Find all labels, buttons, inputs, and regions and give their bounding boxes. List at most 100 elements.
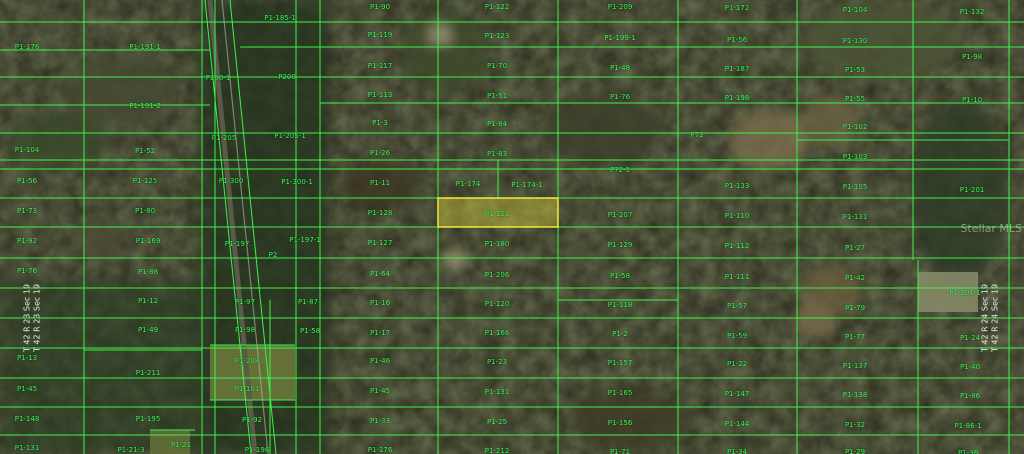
parcel-label-p052[interactable]: P1-73	[17, 207, 37, 215]
parcel-label-p031[interactable]: P1-84	[487, 120, 507, 128]
parcel-label-p005[interactable]: P1-122	[485, 3, 510, 11]
parcel-label-p048[interactable]: P1-174-1	[511, 181, 543, 189]
parcel-label-p057[interactable]: P1-110	[725, 212, 750, 220]
parcel-label-p116[interactable]: P1-156	[608, 419, 633, 427]
parcel-label-p068[interactable]: P2	[269, 251, 278, 259]
parcel-label-p098[interactable]: P1-157	[608, 359, 633, 367]
parcel-label-p016[interactable]: P200-1	[206, 74, 231, 82]
parcel-label-p077[interactable]: P1-12	[138, 297, 158, 305]
parcel-label-p008[interactable]: P1-104	[843, 6, 868, 14]
parcel-label-p106[interactable]: P1-131	[485, 388, 510, 396]
parcel-label-p002[interactable]: P1-191-1	[129, 43, 161, 51]
parcel-label-p125[interactable]: P1-212	[485, 447, 510, 454]
parcel-label-p056[interactable]: P1-207	[608, 211, 633, 219]
parcel-label-p088[interactable]: P1-17	[370, 329, 390, 337]
parcel-label-p043[interactable]: P1-125	[133, 177, 158, 185]
parcel-label-p058[interactable]: P1-131	[843, 213, 868, 221]
parcel-label-p006[interactable]: P1-209	[608, 3, 633, 11]
parcel-label-p073[interactable]: P1-58	[610, 272, 630, 280]
parcel-label-p038[interactable]: P1-26	[370, 149, 390, 157]
parcel-map[interactable]: P1-176 P1-191-1 P1-185-1 P1-90 P1-122 P1-209 P…	[0, 0, 1024, 454]
parcel-label-p027[interactable]: P1-198	[725, 94, 750, 102]
parcel-label-p086[interactable]: P1-98	[235, 326, 255, 334]
parcel-label-p110[interactable]: P1-86	[960, 392, 980, 400]
parcel-label-p034[interactable]: P1-205-1	[274, 132, 306, 140]
parcel-label-p024[interactable]: P1-113	[368, 91, 393, 99]
parcel-label-p129[interactable]: P1-36	[958, 449, 978, 454]
parcel-label-p087[interactable]: P1-58	[300, 327, 320, 335]
parcel-label-p100[interactable]: P1-137	[843, 362, 868, 370]
parcel-label-p118[interactable]: P1-32	[845, 421, 865, 429]
parcel-label-p067[interactable]: P1-27	[845, 244, 865, 252]
parcel-label-p003[interactable]: P1-185-1	[264, 14, 296, 22]
parcel-label-p009[interactable]: P1-132	[960, 8, 985, 16]
parcel-label-p007[interactable]: P1-172	[725, 4, 750, 12]
parcel-label-p103[interactable]: P1-101	[235, 385, 260, 393]
parcel-label-p070[interactable]: P1-88	[138, 268, 158, 276]
parcel-label-p126[interactable]: P1-71	[610, 448, 630, 454]
parcel-label-p081[interactable]: P1-120	[485, 300, 510, 308]
parcel-label-p045[interactable]: P1-300-1	[281, 178, 313, 186]
parcel-label-p119[interactable]: P1-86-1	[954, 422, 981, 430]
parcel-label-p075[interactable]: P1-42	[845, 274, 865, 282]
parcel-label-p054[interactable]: P1-128	[368, 209, 393, 217]
parcel-label-p085[interactable]: P1-49	[138, 326, 158, 334]
parcel-label-p039[interactable]: P1-83	[487, 150, 507, 158]
parcel-label-p001[interactable]: P1-176	[15, 43, 40, 51]
parcel-label-p033[interactable]: P1-205	[212, 134, 237, 142]
parcel-label-p095[interactable]: P1-208	[235, 357, 260, 365]
parcel-label-p066[interactable]: P1-112	[725, 242, 750, 250]
parcel-label-p029[interactable]: P1-10	[962, 96, 982, 104]
parcel-label-p049[interactable]: P1-133	[725, 182, 750, 190]
parcel-label-p107[interactable]: P1-165	[608, 389, 633, 397]
parcel-label-p051[interactable]: P1-201	[960, 186, 985, 194]
parcel-label-p117[interactable]: P1-144	[725, 420, 750, 428]
parcel-label-p032[interactable]: P1-102	[843, 123, 868, 131]
parcel-label-p128[interactable]: P1-29	[845, 448, 865, 454]
parcel-label-p092[interactable]: P1-77	[845, 333, 865, 341]
parcel-label-p030[interactable]: P1-3	[372, 119, 388, 127]
parcel-label-p047[interactable]: P1-174	[456, 180, 481, 188]
parcel-label-p109[interactable]: P1-138	[843, 391, 868, 399]
parcel-label-p124[interactable]: P1-176	[368, 446, 393, 454]
parcel-label-p044[interactable]: P1-300	[219, 177, 244, 185]
parcel-label-p021[interactable]: P1-187	[725, 65, 750, 73]
parcel-label-p097[interactable]: P1-23	[487, 358, 507, 366]
parcel-label-p010[interactable]: P1-119	[368, 31, 393, 39]
parcel-label-p018[interactable]: P1-117	[368, 62, 393, 70]
parcel-label-p064[interactable]: P1-180	[485, 240, 510, 248]
parcel-label-p102[interactable]: P1-211	[136, 369, 161, 377]
parcel-label-p121[interactable]: P1-21-3	[117, 446, 144, 454]
parcel-label-p015[interactable]: P1-98	[962, 53, 982, 61]
parcel-label-p023[interactable]: P1-191-2	[129, 102, 161, 110]
parcel-label-p011[interactable]: P1-123	[485, 32, 510, 40]
parcel-label-p025[interactable]: P1-51	[487, 92, 507, 100]
parcel-label-p069[interactable]: P1-76	[17, 267, 37, 275]
parcel-label-p026[interactable]: P1-76	[610, 93, 630, 101]
parcel-label-p105[interactable]: P1-45	[370, 387, 390, 395]
parcel-label-p046[interactable]: P1-11	[370, 179, 390, 187]
parcel-label-p082[interactable]: P1-118	[608, 301, 633, 309]
parcel-label-p063[interactable]: P1-127	[368, 239, 393, 247]
parcel-label-p055[interactable]: P1-121	[485, 210, 510, 218]
parcel-label-p060[interactable]: P1-169	[136, 237, 161, 245]
parcel-label-p059[interactable]: P1-92	[17, 237, 37, 245]
parcel-label-p061[interactable]: P1-197	[225, 240, 250, 248]
parcel-label-p072[interactable]: P1-206	[485, 271, 510, 279]
parcel-label-p074[interactable]: P1-111	[725, 273, 750, 281]
parcel-label-p017[interactable]: P200	[278, 73, 296, 81]
parcel-label-p037[interactable]: P1-52	[135, 147, 155, 155]
parcel-label-p127[interactable]: P1-34	[727, 448, 747, 454]
parcel-label-p094[interactable]: P1-13	[17, 354, 37, 362]
parcel-label-p042[interactable]: P1-56	[17, 177, 37, 185]
parcel-label-p084[interactable]: P1-79	[845, 304, 865, 312]
parcel-label-p113[interactable]: P1-92	[242, 416, 262, 424]
parcel-label-p120[interactable]: P1-131	[15, 444, 40, 452]
parcel-label-p079[interactable]: P1-87	[298, 298, 318, 306]
parcel-label-p080[interactable]: P1-16	[370, 299, 390, 307]
parcel-label-p014[interactable]: P1-130	[843, 37, 868, 45]
parcel-label-p022[interactable]: P1-53	[845, 66, 865, 74]
parcel-label-p123[interactable]: P1-196	[245, 446, 270, 454]
parcel-label-p065[interactable]: P1-129	[608, 241, 633, 249]
parcel-label-p036[interactable]: P1-104	[15, 146, 40, 154]
